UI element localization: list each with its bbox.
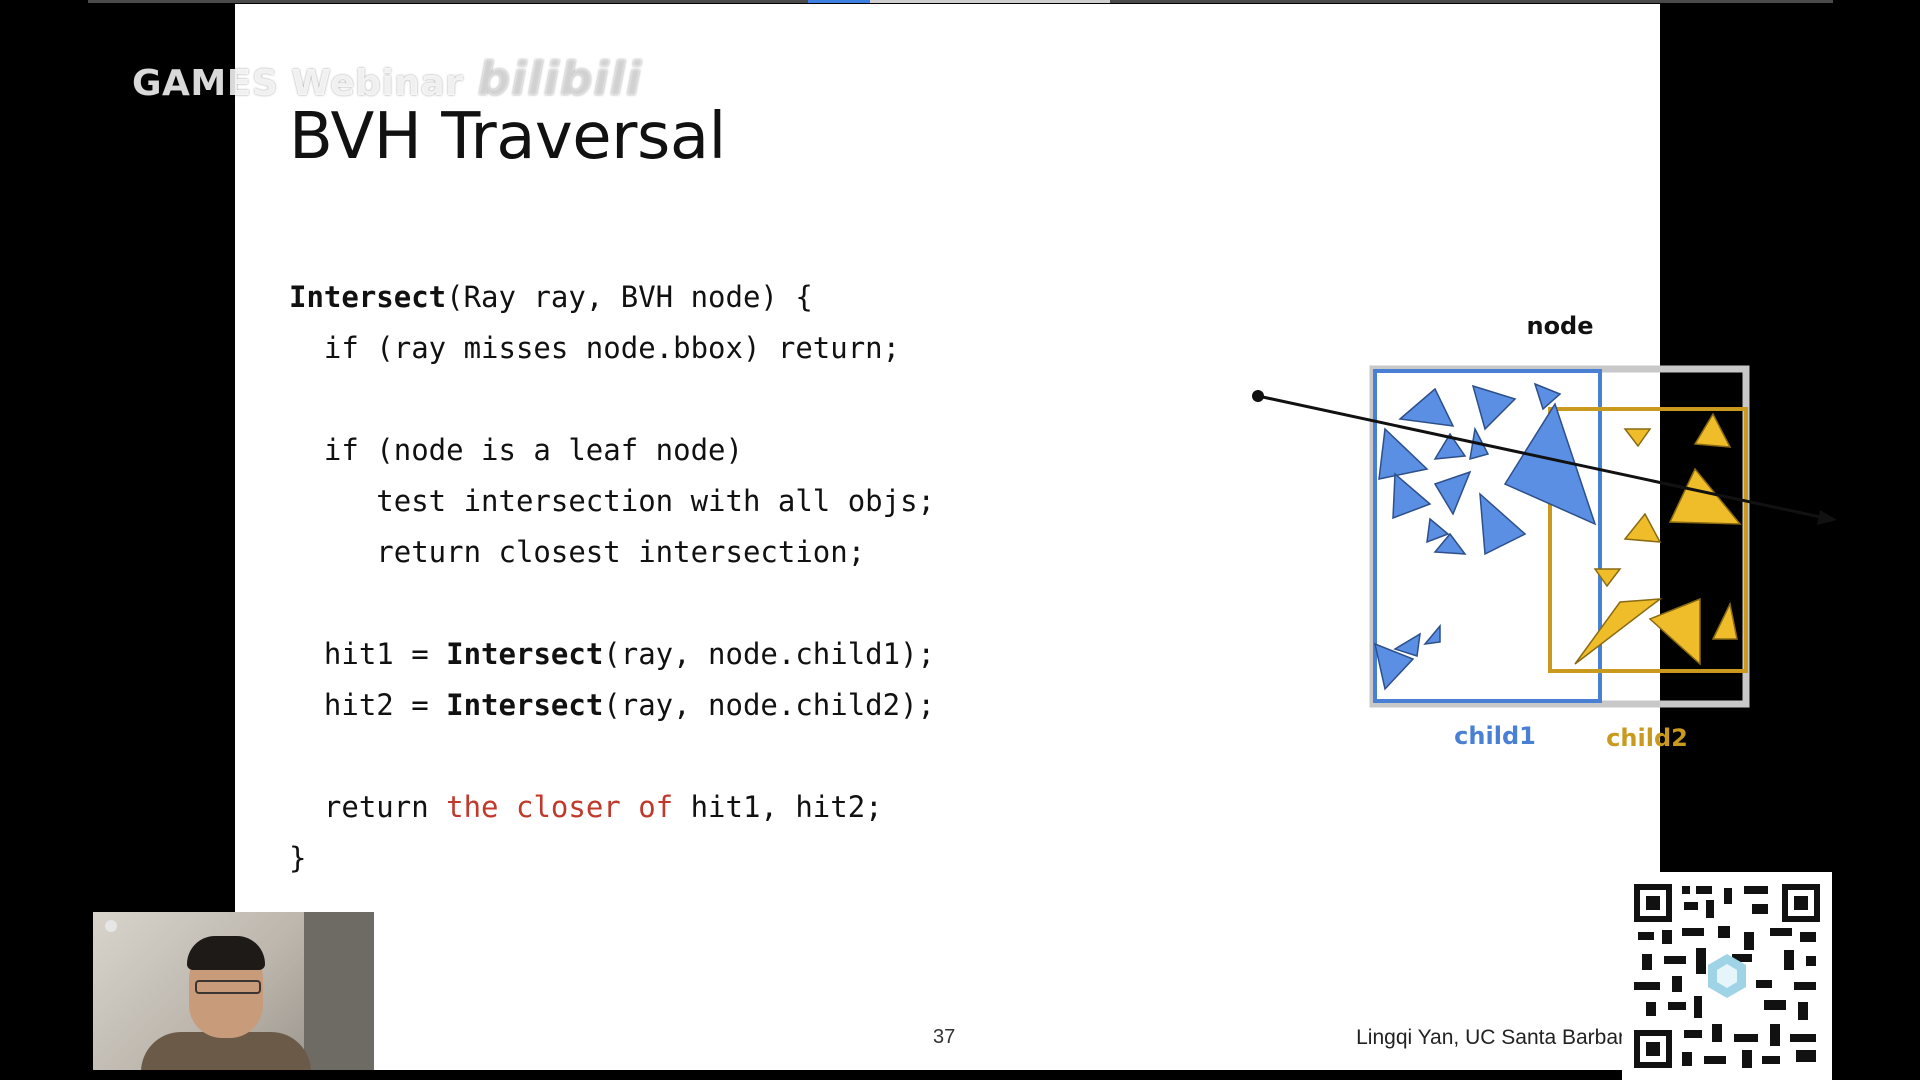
slide-author-footer: Lingqi Yan, UC Santa Barbar (1356, 1026, 1625, 1049)
node-label: node (1526, 312, 1593, 340)
bilibili-logo: bilibili (477, 52, 642, 106)
watermark-text: GAMES Webinar (132, 63, 464, 104)
child1-label: child1 (1454, 722, 1536, 750)
code-line: if (ray misses node.bbox) return; (289, 331, 901, 365)
qr-code (1622, 872, 1832, 1080)
code-line: hit1 = Intersect(ray, node.child1); (289, 637, 936, 671)
child2-label: child2 (1606, 724, 1688, 752)
code-line: return the closer of hit1, hit2; (289, 790, 883, 824)
qr-code-icon (1634, 884, 1820, 1068)
slide-page-number: 37 (933, 1026, 956, 1048)
code-line: return closest intersection; (289, 535, 866, 569)
camera-indicator-icon (105, 920, 117, 932)
code-line: hit2 = Intersect(ray, node.child2); (289, 688, 936, 722)
code-line: Intersect(Ray ray, BVH node) { (289, 280, 813, 314)
slide-title: BVH Traversal (289, 100, 726, 174)
code-block: Intersect(Ray ray, BVH node) { if (ray m… (289, 272, 935, 884)
speaker-webcam (93, 912, 374, 1070)
presentation-slide: BVH Traversal Intersect(Ray ray, BVH nod… (235, 4, 1837, 1070)
glasses (195, 980, 261, 994)
bvh-diagram-svg: node child1 child2 (1252, 312, 1837, 752)
code-line: } (289, 841, 307, 875)
ray-arrowhead (1817, 510, 1837, 525)
channel-watermark: GAMES Webinar bilibili (132, 52, 642, 106)
code-line: test intersection with all objs; (289, 484, 936, 518)
video-progress-played (808, 0, 870, 3)
bvh-diagram: node child1 child2 (995, 304, 1895, 769)
video-progress-buffered (870, 0, 1110, 3)
ray-origin (1252, 390, 1264, 402)
code-line: if (node is a leaf node) (289, 433, 743, 467)
